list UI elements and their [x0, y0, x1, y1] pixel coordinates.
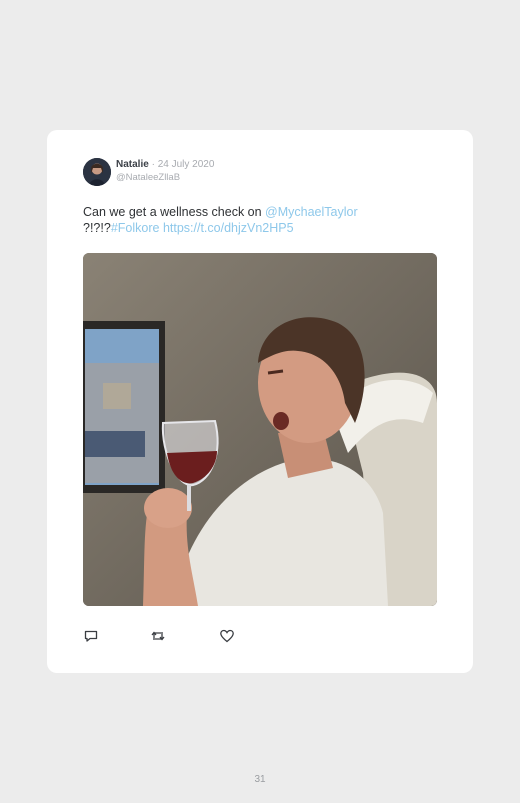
media-photo	[83, 253, 437, 606]
author-handle[interactable]: @NataleeZllaB	[116, 172, 180, 183]
url-link[interactable]: https://t.co/dhjzVn2HP5	[163, 221, 294, 235]
tweet-date[interactable]: 24 July 2020	[158, 159, 215, 170]
author-line: Natalie · 24 July 2020	[116, 159, 214, 170]
tweet-media[interactable]	[83, 253, 437, 606]
mention-link[interactable]: @MychaelTaylor	[265, 205, 358, 219]
like-button[interactable]	[219, 628, 235, 644]
tweet-text: Can we get a wellness check on @MychaelT…	[83, 204, 413, 236]
hashtag-link[interactable]: #Folkore	[111, 221, 160, 235]
date-separator: ·	[151, 159, 155, 170]
reply-button[interactable]	[83, 628, 99, 644]
retweet-icon	[151, 631, 165, 641]
retweet-button[interactable]	[150, 628, 166, 644]
avatar-image	[83, 158, 111, 186]
tweet-text-prefix: Can we get a wellness check on	[83, 205, 266, 219]
heart-icon	[220, 629, 234, 643]
speech-bubble-icon	[84, 630, 98, 642]
avatar[interactable]	[83, 158, 111, 186]
tweet-text-punctuation: ?!?!?	[83, 221, 111, 235]
author-name[interactable]: Natalie	[116, 159, 149, 170]
tweet-card: Natalie · 24 July 2020 @NataleeZllaB Can…	[47, 130, 473, 673]
page-number: 31	[254, 774, 266, 785]
